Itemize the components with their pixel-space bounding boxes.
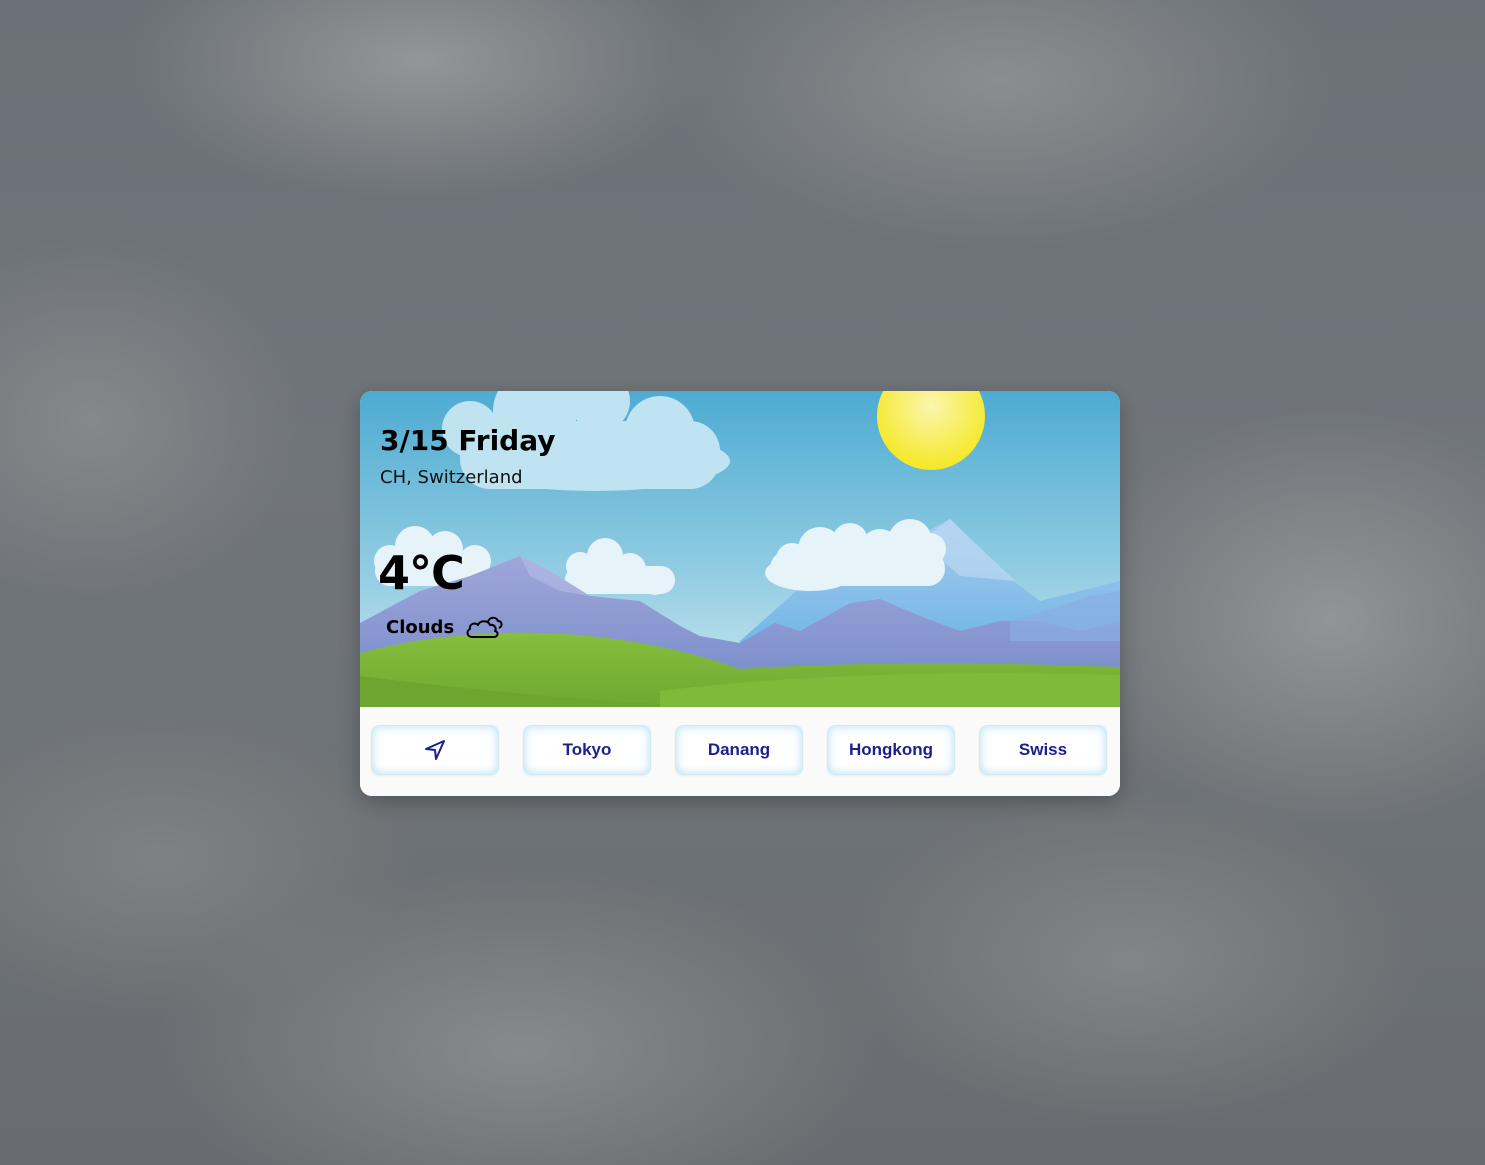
temperature-value: 4°C	[378, 546, 465, 600]
cloud-icon	[464, 613, 504, 641]
location-arrow-icon	[423, 738, 447, 762]
weather-condition: Clouds	[386, 613, 504, 641]
current-location-button[interactable]	[371, 725, 499, 775]
city-button-swiss[interactable]: Swiss	[979, 725, 1107, 775]
page-background: 3/15 Friday CH, Switzerland 4°C Clouds T…	[0, 0, 1485, 1165]
city-button-hongkong[interactable]: Hongkong	[827, 725, 955, 775]
condition-label: Clouds	[386, 616, 455, 638]
city-button-tokyo[interactable]: Tokyo	[523, 725, 651, 775]
city-button-danang[interactable]: Danang	[675, 725, 803, 775]
location-label: CH, Switzerland	[380, 467, 523, 488]
weather-card: 3/15 Friday CH, Switzerland 4°C Clouds T…	[360, 391, 1120, 796]
city-buttons-bar: Tokyo Danang Hongkong Swiss	[360, 707, 1120, 796]
date-heading: 3/15 Friday	[380, 424, 556, 457]
